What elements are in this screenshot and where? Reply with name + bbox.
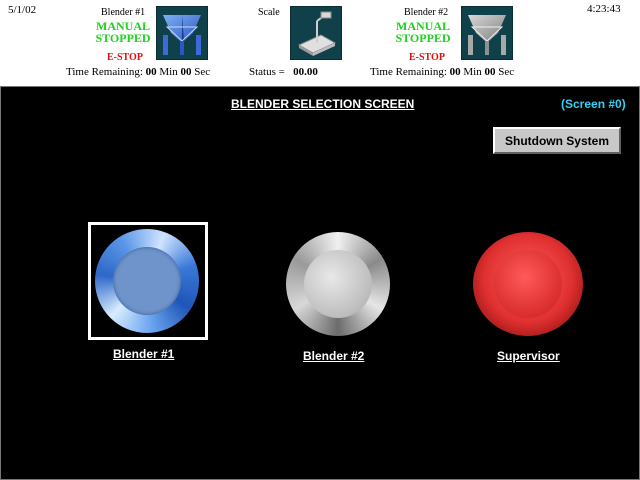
status-header: 5/1/02 4:23:43 Blender #1 MANUAL STOPPED…: [0, 0, 640, 84]
blender-icon: [163, 15, 201, 55]
seconds-unit: Sec: [194, 66, 211, 78]
blender1-button-center: [113, 247, 181, 315]
blender1-name: Blender #1: [101, 7, 146, 18]
supervisor-button-center: [494, 250, 562, 318]
main-panel: BLENDER SELECTION SCREEN (Screen #0) Shu…: [0, 86, 640, 480]
blender1-time-remaining: Time Remaining: 00 Min 00 Sec: [66, 66, 210, 78]
blender2-button-center: [304, 250, 372, 318]
time-display: 4:23:43: [587, 3, 621, 15]
blender1-state: STOPPED: [95, 31, 151, 45]
blender2-time-remaining: Time Remaining: 00 Min 00 Sec: [370, 66, 514, 78]
blender1-label[interactable]: Blender #1: [113, 347, 174, 361]
scale-status: Status = 00.00: [249, 66, 318, 78]
scale-icon-box[interactable]: [290, 6, 342, 60]
scale-status-label: Status =: [249, 66, 285, 78]
time-remaining-label: Time Remaining:: [370, 66, 447, 78]
screen-number: (Screen #0): [561, 97, 626, 111]
scale-icon: [297, 11, 337, 56]
blender2-estop: E-STOP: [409, 52, 445, 63]
blender2-name: Blender #2: [404, 7, 449, 18]
blender1-select-button[interactable]: [95, 229, 199, 333]
blender2-status: MANUAL STOPPED: [392, 20, 454, 44]
blender1-status: MANUAL STOPPED: [92, 20, 154, 44]
time-remaining-label: Time Remaining:: [66, 66, 143, 78]
shutdown-system-button[interactable]: Shutdown System: [493, 127, 621, 154]
minutes-unit: Min: [463, 66, 482, 78]
blender2-state: STOPPED: [395, 31, 451, 45]
date-display: 5/1/02: [8, 4, 37, 16]
seconds-value: 00: [180, 66, 192, 78]
blender2-label[interactable]: Blender #2: [303, 349, 364, 363]
blender1-icon[interactable]: [156, 6, 208, 60]
seconds-value: 00: [484, 66, 496, 78]
minutes-value: 00: [145, 66, 157, 78]
blender2-icon[interactable]: [461, 6, 513, 60]
blender1-estop: E-STOP: [107, 52, 143, 63]
scale-status-value: 00.00: [293, 66, 318, 78]
minutes-value: 00: [449, 66, 461, 78]
blender-icon: [468, 15, 506, 55]
scale-name: Scale: [258, 7, 280, 18]
blender2-select-button[interactable]: [286, 232, 390, 336]
page-title: BLENDER SELECTION SCREEN: [231, 97, 415, 111]
seconds-unit: Sec: [498, 66, 515, 78]
supervisor-label[interactable]: Supervisor: [497, 349, 560, 363]
supervisor-select-button[interactable]: [473, 232, 583, 336]
minutes-unit: Min: [159, 66, 178, 78]
